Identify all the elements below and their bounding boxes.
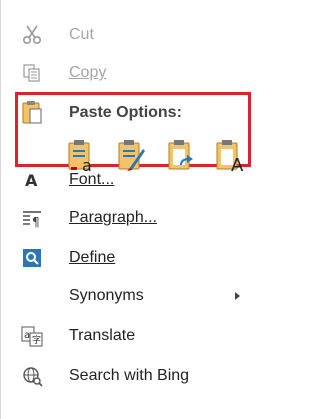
define-icon — [21, 247, 43, 269]
synonyms-label: Synonyms — [69, 287, 144, 304]
cut-label: Cut — [69, 26, 94, 43]
svg-text:A: A — [25, 171, 38, 190]
menu-item-cut[interactable]: Cut — [1, 18, 252, 52]
search-label: Search with Bing — [69, 367, 190, 384]
paste-options-title: Paste Options: — [69, 104, 182, 121]
menu-item-paragraph[interactable]: ¶ Paragraph... — [1, 201, 252, 235]
paragraph-icon: ¶ — [21, 207, 43, 229]
clipboard-icon — [21, 100, 43, 126]
svg-text:字: 字 — [32, 334, 41, 346]
scissors-icon — [21, 24, 43, 46]
font-icon: A — [21, 169, 43, 191]
copy-label: Copy — [69, 64, 107, 81]
search-globe-icon — [21, 365, 43, 387]
submenu-arrow-icon — [235, 292, 240, 300]
paragraph-label: Paragraph... — [69, 209, 158, 226]
svg-text:¶: ¶ — [32, 215, 40, 229]
menu-item-define[interactable]: Define — [1, 241, 252, 275]
context-menu: Cut Copy Paste Options: a A A Font... ¶ … — [0, 0, 252, 419]
translate-label: Translate — [69, 327, 136, 344]
menu-item-copy[interactable]: Copy — [1, 56, 252, 90]
menu-item-font[interactable]: A Font... — [1, 163, 252, 197]
menu-item-synonyms[interactable]: Synonyms — [1, 279, 252, 313]
menu-item-search-with-bing[interactable]: Search with Bing — [1, 359, 252, 393]
menu-item-translate[interactable]: a 字 Translate — [1, 319, 252, 353]
font-label: Font... — [69, 171, 115, 188]
svg-text:a: a — [24, 330, 30, 341]
copy-icon — [21, 62, 43, 84]
translate-icon: a 字 — [21, 325, 43, 347]
define-label: Define — [69, 249, 116, 266]
